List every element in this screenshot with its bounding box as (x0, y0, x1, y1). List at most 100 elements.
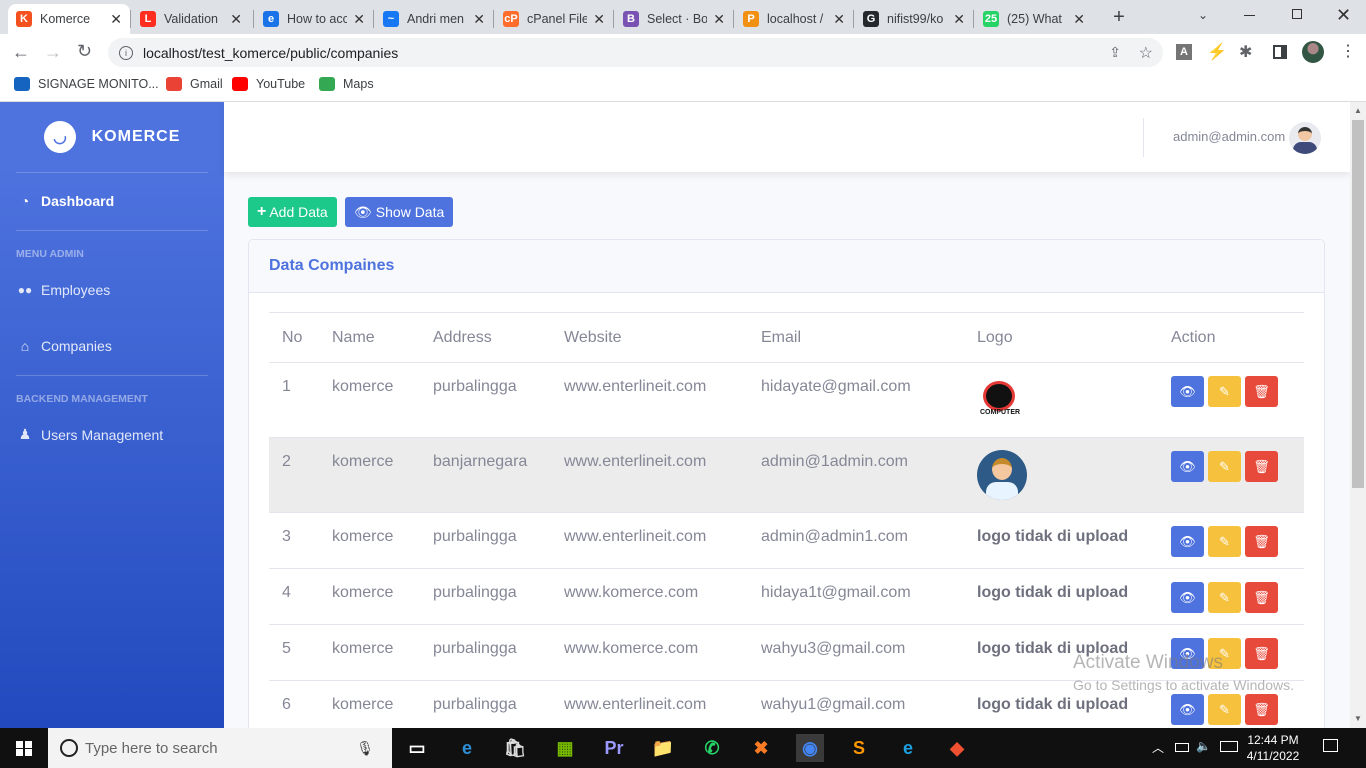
cell-name: komerce (319, 680, 420, 728)
browser-tab[interactable]: cP cPanel File ✕ (495, 4, 613, 34)
cell-logo: logo tidak di upload (964, 568, 1158, 625)
close-tab-icon[interactable]: ✕ (953, 11, 965, 28)
xampp-icon[interactable]: ✖ (747, 734, 775, 762)
cell-text: komerce (332, 584, 394, 601)
delete-button[interactable]: 🗑 (1245, 526, 1278, 557)
close-tab-icon[interactable]: ✕ (593, 11, 605, 28)
nvidia-icon[interactable]: ▦ (551, 734, 579, 762)
bookmark-item[interactable]: Gmail (166, 77, 223, 91)
volume-icon[interactable]: 🔈 (1196, 739, 1211, 753)
search-placeholder: Type here to search (85, 739, 218, 757)
user-email[interactable]: admin@admin.com (1173, 129, 1285, 144)
browser-tab[interactable]: 25 (25) What ✕ (975, 4, 1093, 34)
profile-avatar[interactable] (1302, 41, 1324, 63)
page-scrollbar[interactable]: ▲ ▼ (1350, 102, 1366, 728)
battery-icon[interactable] (1175, 743, 1189, 752)
brand-name: KOMERCE (91, 128, 181, 145)
sublime-icon[interactable]: S (845, 734, 873, 762)
reload-icon[interactable]: ↻ (77, 41, 92, 62)
task-view-icon[interactable]: ▭ (403, 734, 431, 762)
browser-tab[interactable]: K Komerce ✕ (8, 4, 130, 34)
microphone-icon[interactable]: 🎙 (356, 740, 374, 757)
extensions-icon[interactable]: ✱ (1239, 42, 1252, 62)
edit-button[interactable]: ✎ (1208, 582, 1241, 613)
url-field[interactable]: i localhost/test_komerce/public/companie… (108, 38, 1163, 67)
close-tab-icon[interactable]: ✕ (833, 11, 845, 28)
browser-tab[interactable]: Gnifist99/ko ✕ (855, 4, 973, 34)
close-tab-icon[interactable]: ✕ (1073, 11, 1085, 28)
chrome-icon[interactable]: ◉ (796, 734, 824, 762)
clock[interactable]: 12:44 PM 4/11/2022 (1240, 732, 1306, 764)
restore-icon[interactable] (1292, 9, 1302, 19)
view-button[interactable]: 👁 (1171, 582, 1204, 613)
forward-icon[interactable]: → (44, 42, 62, 63)
tab-separator (733, 10, 734, 28)
browser-tab[interactable]: ~ Andri men ✕ (375, 4, 493, 34)
side-panel-icon[interactable] (1273, 45, 1287, 59)
browser-menu-icon[interactable]: ⋮ (1340, 41, 1356, 61)
sidebar-item-dashboard[interactable]: ◔ Dashboard (16, 193, 114, 209)
keyboard-icon[interactable] (1220, 741, 1238, 752)
cell-text: www.komerce.com (564, 584, 699, 601)
bookmark-item[interactable]: Maps (319, 77, 374, 91)
sidebar-item-employees[interactable]: ●● Employees (16, 282, 111, 298)
ie-icon[interactable]: e (894, 734, 922, 762)
back-icon[interactable]: ← (12, 42, 30, 63)
delete-button[interactable]: 🗑 (1245, 376, 1278, 407)
browser-tab[interactable]: Plocalhost / ✕ (735, 4, 853, 34)
whatsapp-icon[interactable]: ✆ (698, 734, 726, 762)
scrollbar-thumb[interactable] (1352, 120, 1364, 488)
close-tab-icon[interactable]: ✕ (713, 11, 725, 28)
sidebar-item-users-management[interactable]: ♟ Users Management (16, 426, 163, 443)
file-explorer-icon[interactable]: 📁 (649, 734, 677, 762)
premiere-icon[interactable]: Pr (600, 734, 628, 762)
cell-text: 1 (282, 378, 291, 395)
view-button[interactable]: 👁 (1171, 376, 1204, 407)
minimize-icon[interactable] (1244, 15, 1255, 16)
new-tab-icon[interactable]: + (1109, 6, 1129, 28)
edit-button[interactable]: ✎ (1208, 526, 1241, 557)
close-tab-icon[interactable]: ✕ (110, 11, 122, 28)
git-icon[interactable]: ◆ (943, 734, 971, 762)
browser-tab[interactable]: B Select · Bo ✕ (615, 4, 733, 34)
bookmark-item[interactable]: SIGNAGE MONITO... (14, 77, 159, 91)
tray-chevron-icon[interactable]: ︿ (1152, 739, 1164, 756)
show-data-button[interactable]: 👁 Show Data (345, 197, 454, 227)
view-button[interactable]: 👁 (1171, 451, 1204, 482)
extension-bolt-icon[interactable]: ⚡ (1207, 42, 1227, 62)
edit-button[interactable]: ✎ (1208, 694, 1241, 725)
edit-button[interactable]: ✎ (1208, 376, 1241, 407)
tab-separator (973, 10, 974, 28)
cell-text: 2 (282, 453, 291, 470)
view-button[interactable]: 👁 (1171, 694, 1204, 725)
delete-button[interactable]: 🗑 (1245, 451, 1278, 482)
logo-mark (983, 381, 1015, 411)
sidebar-item-companies[interactable]: ⌂ Companies (16, 338, 112, 354)
trash-icon: 🗑 (1253, 701, 1270, 717)
taskbar-search-box[interactable]: Type here to search 🎙 (48, 728, 392, 768)
delete-button[interactable]: 🗑 (1245, 694, 1278, 725)
close-tab-icon[interactable]: ✕ (353, 11, 365, 28)
windows-start-icon[interactable] (16, 741, 32, 756)
user-avatar[interactable] (1289, 122, 1321, 154)
add-data-button[interactable]: + Add Data (248, 197, 337, 227)
bookmark-star-icon[interactable]: ☆ (1139, 43, 1153, 63)
edge-icon[interactable]: e (453, 734, 481, 762)
browser-tab[interactable]: L Validation ✕ (132, 4, 250, 34)
browser-tab[interactable]: e How to acc ✕ (255, 4, 373, 34)
notification-icon[interactable] (1323, 739, 1338, 752)
bookmark-item[interactable]: YouTube (232, 77, 305, 91)
edit-button[interactable]: ✎ (1208, 451, 1241, 482)
edit-icon: ✎ (1219, 701, 1230, 717)
share-icon[interactable]: ⇪ (1109, 44, 1121, 61)
close-tab-icon[interactable]: ✕ (230, 11, 242, 28)
extension-a-icon[interactable]: A (1176, 44, 1192, 60)
sidebar-brand[interactable]: ◡ KOMERCE (0, 102, 224, 172)
cell-text: www.enterlineit.com (564, 696, 707, 713)
view-button[interactable]: 👁 (1171, 526, 1204, 557)
close-window-icon[interactable]: ✕ (1336, 5, 1351, 26)
delete-button[interactable]: 🗑 (1245, 582, 1278, 613)
close-tab-icon[interactable]: ✕ (473, 11, 485, 28)
store-icon[interactable]: 🛍 (501, 734, 529, 762)
tab-search-icon[interactable]: ⌄ (1198, 8, 1208, 22)
